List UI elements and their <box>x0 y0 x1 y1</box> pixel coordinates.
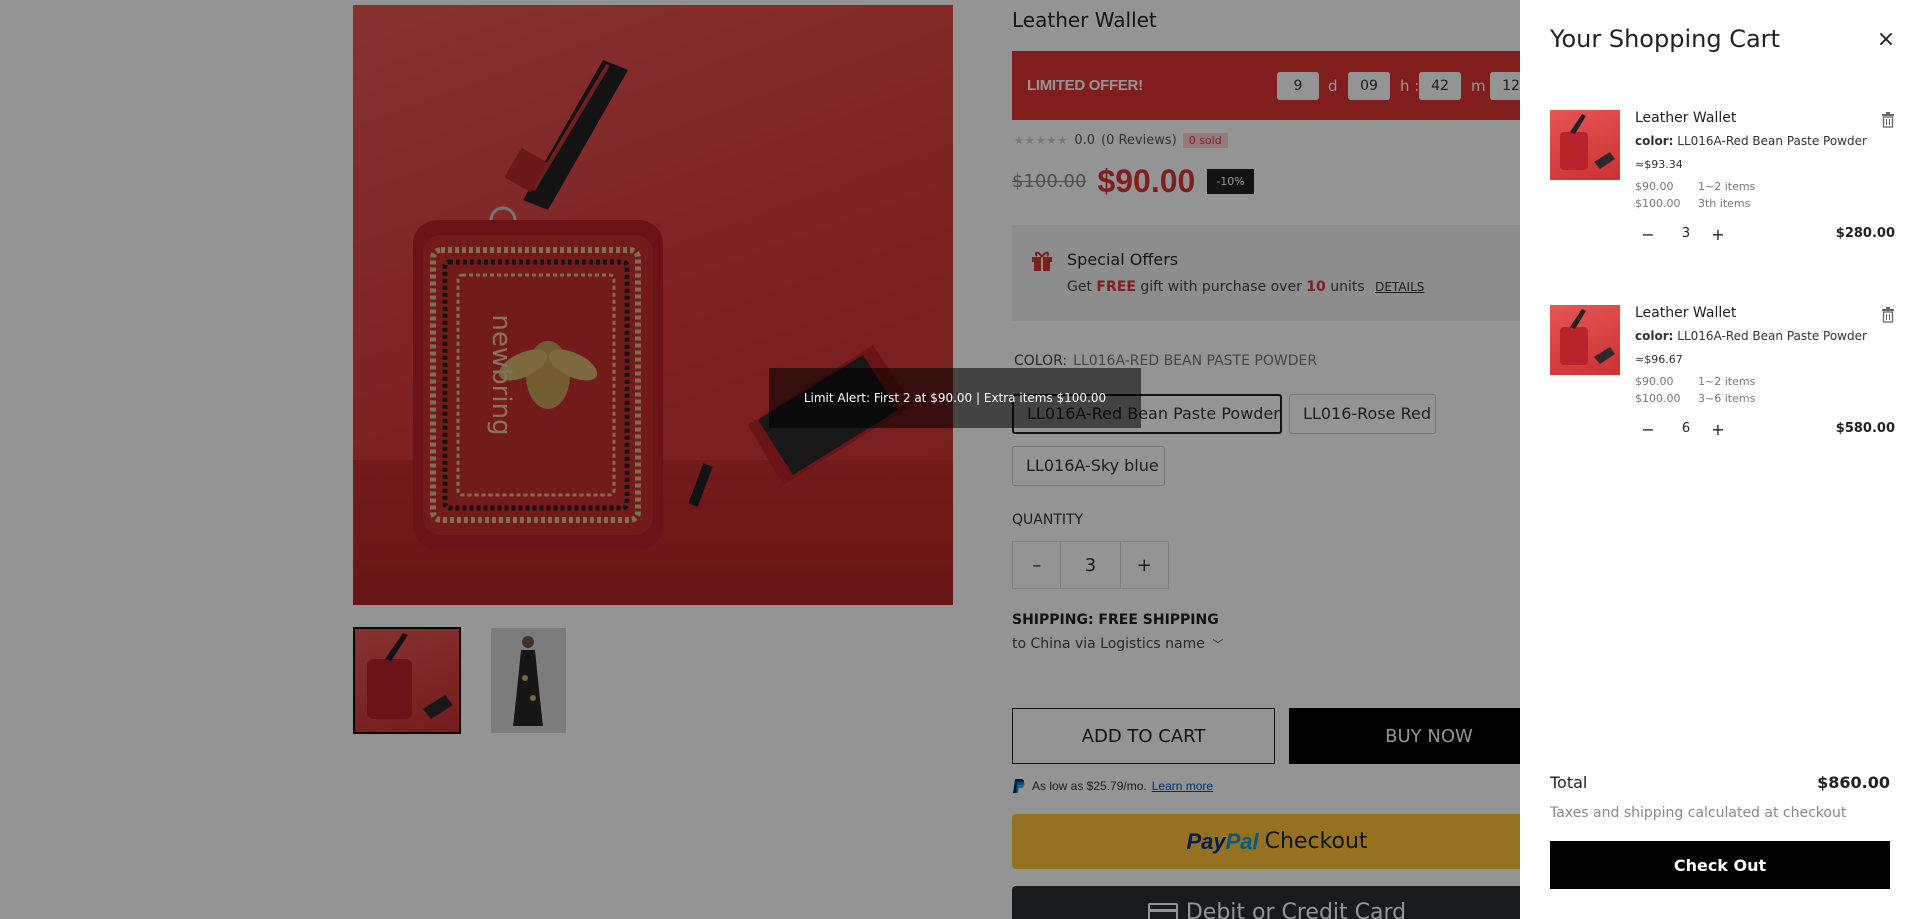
cart-item: Leather Wallet color: LL016A-Red Bean Pa… <box>1550 305 1895 445</box>
checkout-button[interactable]: Check Out <box>1550 841 1890 889</box>
tier-price: $90.00 <box>1635 375 1674 388</box>
cart-drawer: Your Shopping Cart × Leather Wallet colo… <box>1520 0 1920 919</box>
cart-item-color: color: LL016A-Red Bean Paste Powder <box>1635 329 1867 343</box>
cart-total-value: $860.00 <box>1817 773 1890 792</box>
cart-item-increase-button[interactable]: + <box>1710 420 1726 439</box>
cart-item-color-value: LL016A-Red Bean Paste Powder <box>1677 134 1867 148</box>
tier-quantity: 3~6 items <box>1698 392 1756 405</box>
cart-item-color-key: color: <box>1635 134 1674 148</box>
cart-item-tier-2: $100.00 3~6 items <box>1635 392 1755 405</box>
cart-title: Your Shopping Cart <box>1550 25 1780 53</box>
cart-item-name[interactable]: Leather Wallet <box>1635 305 1736 321</box>
cart-item-image <box>1560 114 1615 170</box>
close-icon[interactable]: × <box>1876 29 1896 51</box>
cart-item: Leather Wallet color: LL016A-Red Bean Pa… <box>1550 110 1895 250</box>
tier-price: $100.00 <box>1635 392 1681 405</box>
cart-item-name[interactable]: Leather Wallet <box>1635 110 1736 126</box>
cart-item-decrease-button[interactable]: − <box>1640 420 1656 439</box>
cart-item-tier-1: $90.00 1~2 items <box>1635 180 1755 193</box>
tier-quantity: 3th items <box>1698 197 1751 210</box>
cart-item-thumbnail[interactable] <box>1550 305 1620 375</box>
cart-item-approx-price: ≈$93.34 <box>1635 158 1683 171</box>
cart-item-color-value: LL016A-Red Bean Paste Powder <box>1677 329 1867 343</box>
cart-item-color: color: LL016A-Red Bean Paste Powder <box>1635 134 1867 148</box>
modal-backdrop[interactable] <box>0 0 1520 919</box>
cart-item-tier-1: $90.00 1~2 items <box>1635 375 1755 388</box>
tier-price: $100.00 <box>1635 197 1681 210</box>
cart-item-quantity[interactable]: 6 <box>1676 421 1696 436</box>
cart-total-label: Total <box>1550 773 1588 792</box>
limit-alert-tooltip: Limit Alert: First 2 at $90.00 | Extra i… <box>769 368 1141 428</box>
cart-item-total: $580.00 <box>1835 421 1895 436</box>
tier-price: $90.00 <box>1635 180 1674 193</box>
product-page: newbring Leather Wallet LIMITED OFFER! 9… <box>0 0 1920 919</box>
cart-item-thumbnail[interactable] <box>1550 110 1620 180</box>
cart-item-decrease-button[interactable]: − <box>1640 225 1656 244</box>
cart-item-image <box>1560 309 1615 365</box>
cart-item-increase-button[interactable]: + <box>1710 225 1726 244</box>
cart-item-color-key: color: <box>1635 329 1674 343</box>
tier-quantity: 1~2 items <box>1698 375 1756 388</box>
trash-icon[interactable] <box>1881 112 1895 128</box>
cart-item-approx-price: ≈$96.67 <box>1635 353 1683 366</box>
tax-note: Taxes and shipping calculated at checkou… <box>1550 805 1847 821</box>
trash-icon[interactable] <box>1881 307 1895 323</box>
cart-item-quantity[interactable]: 3 <box>1676 226 1696 241</box>
tier-quantity: 1~2 items <box>1698 180 1756 193</box>
cart-item-tier-2: $100.00 3th items <box>1635 197 1750 210</box>
cart-item-total: $280.00 <box>1835 226 1895 241</box>
